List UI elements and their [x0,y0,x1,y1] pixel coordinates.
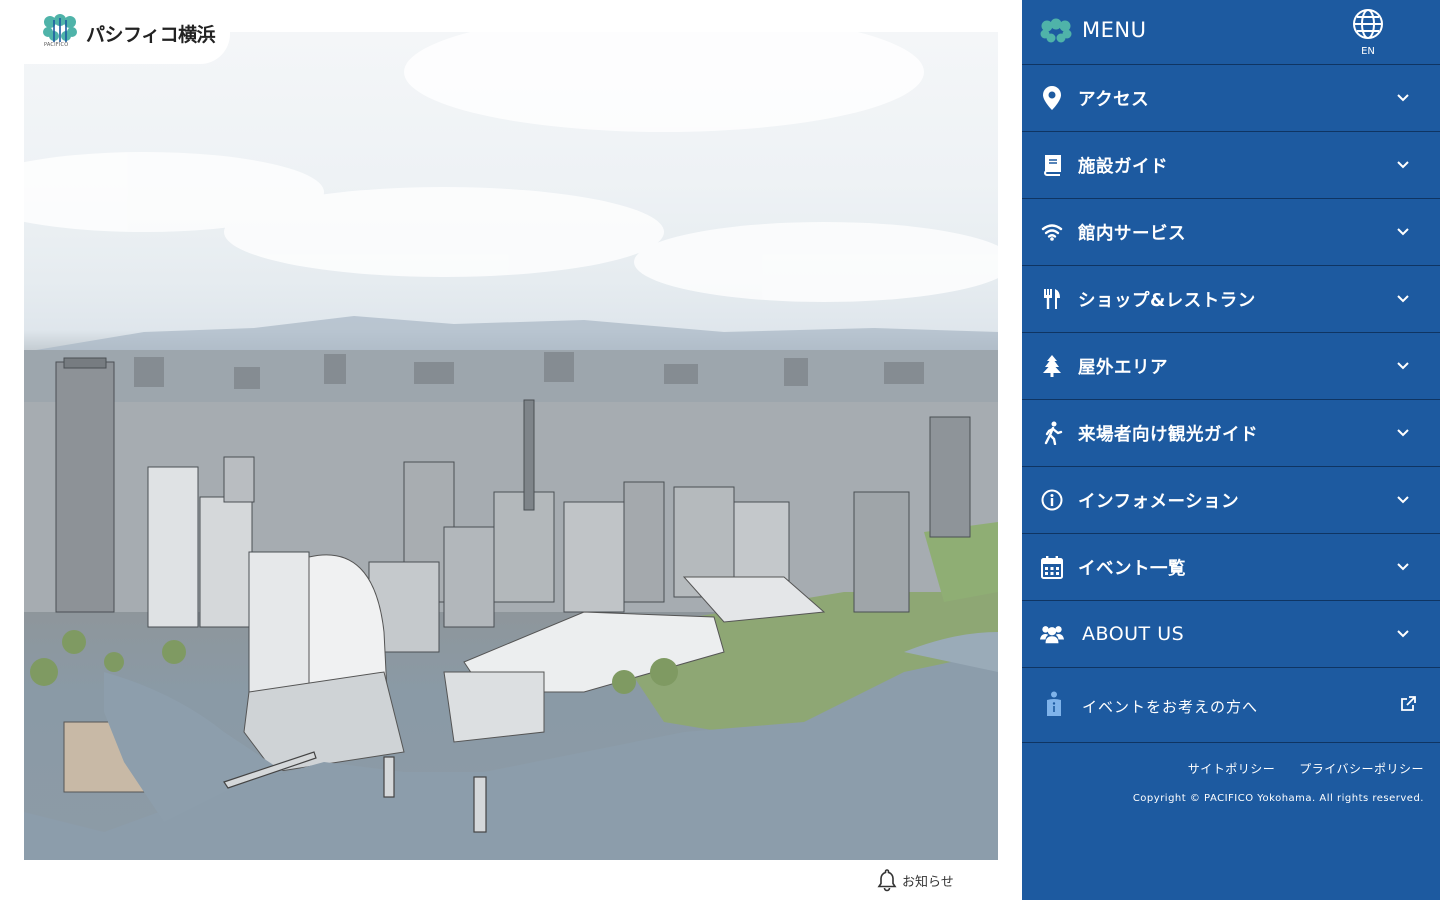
info-icon [1040,488,1064,512]
book-icon [1040,153,1064,177]
menu-item-shop-restaurant[interactable]: ショップ&レストラン [1022,266,1440,333]
clouds [24,32,998,302]
chevron-down-icon [1397,94,1409,102]
notice-label: お知らせ [902,874,954,890]
hero-image [24,32,998,860]
menu-item-event-list[interactable]: イベント一覧 [1022,534,1440,601]
chevron-down-icon [1397,161,1409,169]
menu-item-label: ショップ&レストラン [1078,290,1256,311]
privacy-policy-link[interactable]: プライバシーポリシー [1299,760,1424,777]
calendar-icon [1040,555,1064,579]
menu-header: MENU EN [1022,0,1440,65]
chevron-down-icon [1397,295,1409,303]
chevron-down-icon [1397,496,1409,504]
menu-item-label: 来場者向け観光ガイド [1078,424,1258,445]
external-link-icon [1401,696,1416,711]
brand-sub: PACIFICO [44,42,69,48]
menu-item-label: 施設ガイド [1078,156,1168,177]
menu-item-label: ABOUT US [1082,623,1185,645]
walking-icon [1040,421,1064,445]
bell-icon [877,869,897,892]
wifi-icon [1040,220,1064,244]
menu-item-facility-guide[interactable]: 施設ガイド [1022,132,1440,199]
chevron-down-icon [1397,563,1409,571]
brand-name[interactable]: パシフィコ横浜 [86,20,216,47]
pacifico-logo-icon [1040,18,1072,43]
globe-icon [1353,9,1383,39]
person-info-icon [1042,691,1066,716]
menu-item-access[interactable]: アクセス [1022,65,1440,132]
map-pin-icon [1040,86,1064,110]
event-planner-label: イベントをお考えの方へ [1082,698,1259,716]
copyright: Copyright © PACIFICO Yokohama. All right… [1132,793,1424,804]
menu-item-outdoor-area[interactable]: 屋外エリア [1022,333,1440,400]
language-switch[interactable]: EN [1352,8,1384,57]
menu-item-services[interactable]: 館内サービス [1022,199,1440,266]
menu-item-about-us[interactable]: ABOUT US [1022,601,1440,668]
menu-item-label: 屋外エリア [1078,357,1168,378]
menu-item-tourism-guide[interactable]: 来場者向け観光ガイド [1022,400,1440,467]
event-planner-link[interactable]: イベントをお考えの方へ [1022,668,1440,743]
side-menu: MENU EN アクセス 施設ガイド 館内サービス ショップ&レストラン 屋外エ… [1022,0,1440,900]
notice-link[interactable]: お知らせ [876,868,954,892]
menu-item-label: 館内サービス [1078,223,1186,244]
chevron-down-icon [1397,362,1409,370]
menu-item-label: アクセス [1078,89,1150,110]
users-icon [1040,622,1064,646]
fork-knife-icon [1040,287,1064,311]
chevron-down-icon [1397,630,1409,638]
chevron-down-icon [1397,429,1409,437]
language-label: EN [1361,46,1375,57]
menu-item-information[interactable]: インフォメーション [1022,467,1440,534]
menu-item-label: イベント一覧 [1078,558,1186,579]
site-policy-link[interactable]: サイトポリシー [1188,760,1276,777]
chevron-down-icon [1397,228,1409,236]
city-illustration [24,32,998,860]
menu-title: MENU [1082,18,1147,42]
tree-icon [1040,354,1064,378]
menu-item-label: インフォメーション [1078,491,1240,512]
footer-links: サイトポリシー プライバシーポリシー [1188,760,1424,777]
